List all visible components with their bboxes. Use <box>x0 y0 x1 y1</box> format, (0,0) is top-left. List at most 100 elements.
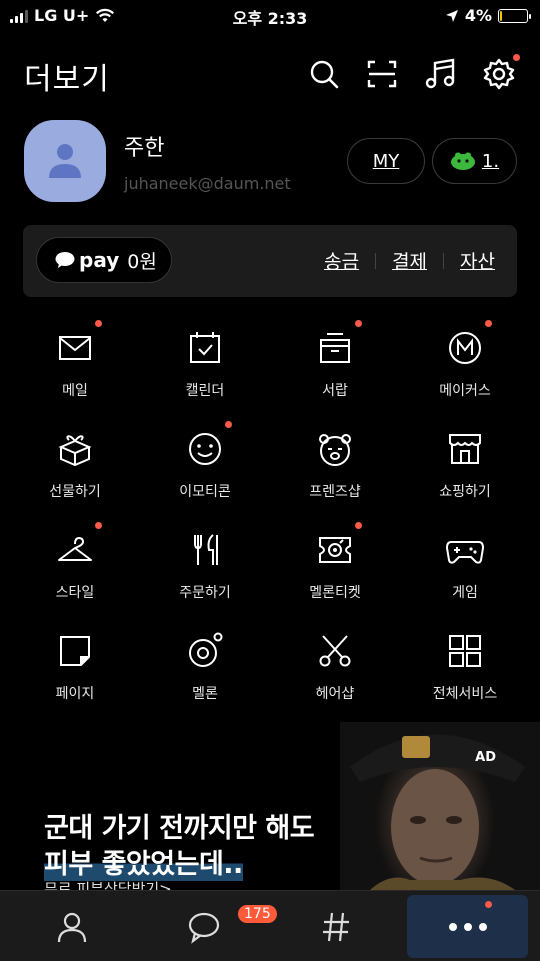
avatar[interactable] <box>24 120 106 202</box>
service-label: 캘린더 <box>185 383 225 399</box>
tab-more[interactable] <box>407 895 528 958</box>
ad-banner[interactable]: AD 군대 가기 전까지만 해도 피부 좋았었는데.. 무료 피부상담받기> <box>0 722 540 890</box>
pay-links: 송금 결제 자산 <box>324 247 495 274</box>
notification-dot <box>225 421 232 428</box>
page-title: 더보기 <box>24 62 110 97</box>
ad-headline-2: 피부 좋았었는데.. <box>44 842 243 881</box>
service-item-10[interactable]: 멜론티켓 <box>270 520 400 621</box>
service-label: 멜론티켓 <box>309 585 361 601</box>
music-icon[interactable] <box>422 56 458 92</box>
ticket-icon <box>315 530 355 570</box>
notification-dot <box>95 320 102 327</box>
ad-tag: AD <box>475 750 496 765</box>
service-item-8[interactable]: 스타일 <box>10 520 140 621</box>
service-item-9[interactable]: 주문하기 <box>140 520 270 621</box>
pay-balance: 0원 <box>127 250 157 273</box>
mail-icon <box>55 328 95 368</box>
service-label: 멜론 <box>192 686 218 702</box>
ad-photo <box>340 722 540 890</box>
battery-percent: 4% <box>464 6 492 25</box>
settings-icon[interactable] <box>481 54 520 92</box>
service-label: 스타일 <box>55 585 95 601</box>
ad-headline-1: 군대 가기 전까지만 해도 <box>44 813 315 844</box>
service-item-13[interactable]: 멜론 <box>140 621 270 722</box>
battery-icon <box>498 8 531 23</box>
friends-shop-icon <box>315 429 355 469</box>
service-label: 선물하기 <box>49 484 101 500</box>
service-label: 메일 <box>62 383 88 399</box>
gift-icon <box>55 429 95 469</box>
tab-friends[interactable] <box>12 891 132 961</box>
service-item-4[interactable]: 선물하기 <box>10 419 140 520</box>
service-item-2[interactable]: 서랍 <box>270 318 400 419</box>
service-label: 이모티콘 <box>179 484 231 500</box>
tab-hash[interactable] <box>276 891 396 961</box>
service-label: 전체서비스 <box>432 686 498 702</box>
notification-dot <box>95 522 102 529</box>
gamepad-icon <box>445 530 485 570</box>
hanger-icon <box>55 530 95 570</box>
grid-icon <box>445 631 485 671</box>
tab-chats[interactable] <box>144 891 264 961</box>
profile-section: 주한 juhaneek@daum.net MY 1. <box>0 120 540 204</box>
chat-bubble-icon <box>188 912 220 944</box>
divider <box>443 252 445 269</box>
location-icon <box>445 9 458 22</box>
service-label: 쇼핑하기 <box>439 484 491 500</box>
notification-dot <box>485 901 492 908</box>
service-item-15[interactable]: 전체서비스 <box>400 621 530 722</box>
service-item-1[interactable]: 캘린더 <box>140 318 270 419</box>
service-item-11[interactable]: 게임 <box>400 520 530 621</box>
emoticon-icon <box>185 429 225 469</box>
service-label: 주문하기 <box>179 585 231 601</box>
notification-dot <box>485 320 492 327</box>
service-label: 게임 <box>452 585 478 601</box>
divider <box>375 252 377 269</box>
service-item-0[interactable]: 메일 <box>10 318 140 419</box>
hash-icon <box>323 912 349 941</box>
makers-icon <box>445 328 485 368</box>
service-item-14[interactable]: 헤어샵 <box>270 621 400 722</box>
calendar-icon <box>185 328 225 368</box>
pay-card: pay 0원 송금 결제 자산 <box>23 225 517 297</box>
fork-knife-icon <box>185 530 225 570</box>
notification-dot <box>513 54 520 61</box>
pay-link-assets[interactable]: 자산 <box>460 247 495 274</box>
emoticon-character-icon <box>450 152 475 170</box>
scan-icon[interactable] <box>364 56 400 92</box>
pay-link-payment[interactable]: 결제 <box>392 247 427 274</box>
status-bar: LG U+ 오후 2:33 4% <box>0 0 540 30</box>
emoticon-count: 1. <box>481 150 500 172</box>
my-button[interactable]: MY <box>347 138 425 184</box>
service-label: 페이지 <box>55 686 95 702</box>
person-silhouette-icon <box>49 144 81 178</box>
header: 더보기 <box>0 48 540 104</box>
profile-email: juhaneek@daum.net <box>124 174 291 193</box>
page-icon <box>55 631 95 671</box>
status-right: 4% <box>445 6 531 25</box>
service-label: 헤어샵 <box>315 686 355 702</box>
notification-dot <box>355 320 362 327</box>
search-icon[interactable] <box>306 56 342 92</box>
notification-dot <box>355 522 362 529</box>
person-icon <box>57 912 87 942</box>
chat-badge: 175 <box>238 905 277 923</box>
pay-logo: pay <box>79 248 120 272</box>
scissors-icon <box>315 631 355 671</box>
speech-bubble-icon <box>55 252 75 268</box>
pay-balance-button[interactable]: pay 0원 <box>36 237 172 283</box>
melon-icon <box>185 631 225 671</box>
service-item-7[interactable]: 쇼핑하기 <box>400 419 530 520</box>
ad-cta[interactable]: 무료 피부상담받기> <box>44 878 172 890</box>
drawer-icon <box>315 328 355 368</box>
service-item-12[interactable]: 페이지 <box>10 621 140 722</box>
service-item-6[interactable]: 프렌즈샵 <box>270 419 400 520</box>
service-label: 서랍 <box>322 383 348 399</box>
service-item-3[interactable]: 메이커스 <box>400 318 530 419</box>
emoticon-button[interactable]: 1. <box>432 138 517 184</box>
profile-name[interactable]: 주한 <box>124 130 164 162</box>
service-grid: 메일 캘린더 서랍 메이커스선물하기 이모티콘 프렌즈샵 쇼핑하기스타일 주문하기 멜론티켓 게임… <box>10 318 530 722</box>
pay-link-transfer[interactable]: 송금 <box>324 247 359 274</box>
service-label: 프렌즈샵 <box>309 484 361 500</box>
service-item-5[interactable]: 이모티콘 <box>140 419 270 520</box>
